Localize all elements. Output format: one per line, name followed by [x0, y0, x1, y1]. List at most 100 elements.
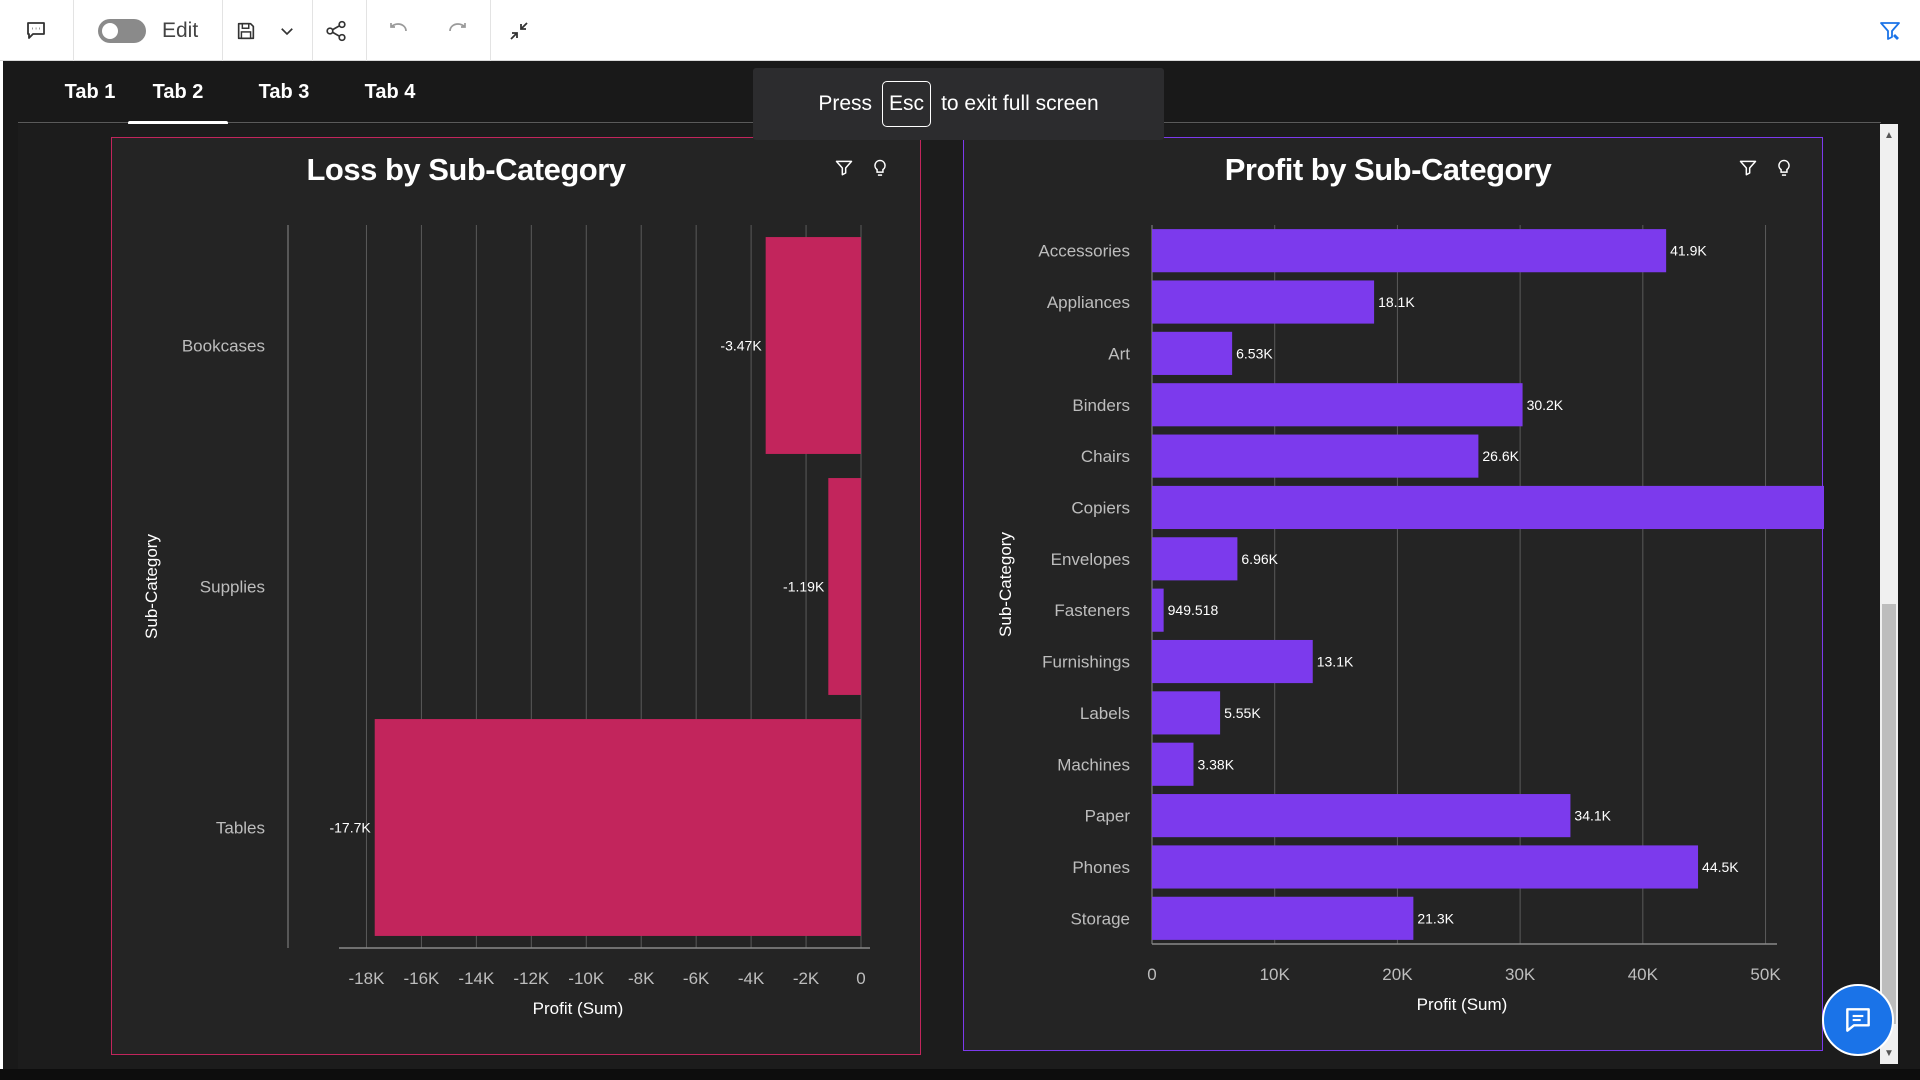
- scroll-thumb[interactable]: [1882, 604, 1896, 1024]
- bar: [1152, 639, 1313, 684]
- bottom-strip: [0, 1069, 1920, 1080]
- x-tick-label: -2K: [793, 969, 820, 988]
- x-tick-label: -14K: [458, 969, 495, 988]
- scroll-down-icon[interactable]: ▼: [1880, 1044, 1898, 1062]
- edit-label: Edit: [162, 18, 199, 42]
- bar: [1152, 794, 1571, 838]
- tab-label: Tab 4: [364, 80, 416, 103]
- data-label: 3.38K: [1197, 756, 1234, 772]
- bar: [1152, 537, 1238, 581]
- profit-bar-chart: 010K20K30K40K50K60KAccessories41.9KAppli…: [996, 225, 1824, 1014]
- tab-4[interactable]: Tab 4: [340, 61, 440, 123]
- tab-1[interactable]: Tab 1: [40, 61, 140, 123]
- comment-icon[interactable]: [18, 0, 54, 61]
- x-tick-label: -10K: [568, 969, 605, 988]
- filter-icon[interactable]: [1874, 0, 1906, 61]
- tab-3[interactable]: Tab 3: [234, 61, 334, 123]
- bar: [1152, 845, 1699, 889]
- category-label: Furnishings: [1042, 653, 1130, 672]
- bar: [1152, 742, 1194, 786]
- x-tick-label: -18K: [349, 969, 386, 988]
- category-label: Storage: [1070, 909, 1130, 928]
- exit-fullscreen-icon[interactable]: [502, 0, 536, 61]
- category-label: Envelopes: [1051, 550, 1130, 569]
- category-label: Chairs: [1081, 447, 1130, 466]
- bar: [374, 719, 861, 936]
- category-label: Binders: [1072, 396, 1130, 415]
- x-tick-label: 0: [856, 969, 865, 988]
- fullscreen-banner: Press Esc to exit full screen: [753, 68, 1164, 140]
- category-label: Paper: [1085, 807, 1131, 826]
- x-tick-label: -12K: [513, 969, 550, 988]
- x-tick-label: -4K: [738, 969, 765, 988]
- chat-button[interactable]: [1822, 984, 1894, 1056]
- bar: [1152, 331, 1233, 375]
- category-label: Machines: [1057, 755, 1130, 774]
- x-tick-label: 50K: [1750, 965, 1781, 984]
- category-label: Fasteners: [1054, 601, 1130, 620]
- x-tick-label: 40K: [1628, 965, 1659, 984]
- share-icon[interactable]: [320, 0, 352, 61]
- chat-icon: [1846, 1008, 1870, 1032]
- data-label: -1.19K: [783, 579, 825, 595]
- bar: [1152, 896, 1414, 940]
- data-label: 41.9K: [1670, 243, 1707, 259]
- data-label: 21.3K: [1417, 910, 1454, 926]
- edit-mode-toggle[interactable]: Edit: [98, 0, 208, 61]
- data-label: 44.5K: [1702, 859, 1739, 875]
- category-label: Supplies: [200, 578, 265, 597]
- bar: [1152, 588, 1164, 632]
- loss-bar-chart: -18K -16K -14K -12K -10K -8K -6K -4K -2K 0 Bookcas…: [142, 225, 870, 1018]
- banner-suffix: to exit full screen: [941, 92, 1099, 115]
- data-label: 5.55K: [1224, 705, 1261, 721]
- data-label: -17.7K: [329, 820, 371, 836]
- data-label: 949.518: [1168, 602, 1219, 618]
- data-label: -3.47K: [720, 338, 762, 354]
- category-label: Appliances: [1047, 293, 1130, 312]
- bar: [1152, 280, 1375, 324]
- redo-icon[interactable]: [442, 0, 474, 61]
- category-label: Art: [1108, 344, 1130, 363]
- save-icon[interactable]: [232, 0, 260, 61]
- bar: [765, 237, 861, 454]
- tab-label: Tab 1: [64, 80, 116, 103]
- profit-chart-panel: Profit by Sub-Category 010K20K30K40K50K6…: [963, 137, 1824, 1051]
- undo-icon[interactable]: [382, 0, 414, 61]
- loss-chart-panel: Loss by Sub-Category -18K -16K -14K -12K -10…: [111, 137, 921, 1055]
- bar: [1152, 485, 1824, 530]
- toggle-switch[interactable]: [98, 18, 146, 43]
- category-label: Copiers: [1071, 498, 1130, 517]
- x-tick-label: 30K: [1505, 965, 1536, 984]
- y-axis-title: Sub-Category: [142, 534, 161, 639]
- vertical-scrollbar[interactable]: ▲ ▼: [1880, 124, 1898, 1064]
- x-axis-title: Profit (Sum): [1417, 995, 1508, 1014]
- bar: [1152, 691, 1221, 735]
- x-tick-label: 10K: [1260, 965, 1291, 984]
- chevron-down-icon[interactable]: [272, 0, 302, 61]
- toolbar: Edit: [0, 0, 1920, 61]
- data-label: 6.96K: [1241, 551, 1278, 567]
- tab-2[interactable]: Tab 2: [128, 61, 228, 125]
- category-label: Accessories: [1038, 242, 1130, 261]
- bar: [1152, 434, 1479, 478]
- data-label: 6.53K: [1236, 345, 1273, 361]
- category-label: Phones: [1072, 858, 1130, 877]
- bar: [1152, 229, 1667, 273]
- x-tick-label: 0: [1147, 965, 1156, 984]
- data-label: 30.2K: [1527, 397, 1564, 413]
- bar: [1152, 383, 1523, 427]
- data-label: 26.6K: [1482, 448, 1519, 464]
- scroll-up-icon[interactable]: ▲: [1880, 126, 1898, 144]
- tab-label: Tab 2: [152, 80, 204, 103]
- x-tick-label: -6K: [683, 969, 710, 988]
- tab-label: Tab 3: [258, 80, 310, 103]
- x-tick-label: -16K: [403, 969, 440, 988]
- x-tick-label: -8K: [628, 969, 655, 988]
- data-label: 13.1K: [1317, 654, 1354, 670]
- category-label: Bookcases: [182, 337, 265, 356]
- data-label: 18.1K: [1378, 294, 1415, 310]
- bar: [828, 478, 861, 695]
- category-label: Tables: [216, 819, 265, 838]
- banner-prefix: Press: [818, 92, 873, 115]
- esc-key: Esc: [882, 81, 932, 127]
